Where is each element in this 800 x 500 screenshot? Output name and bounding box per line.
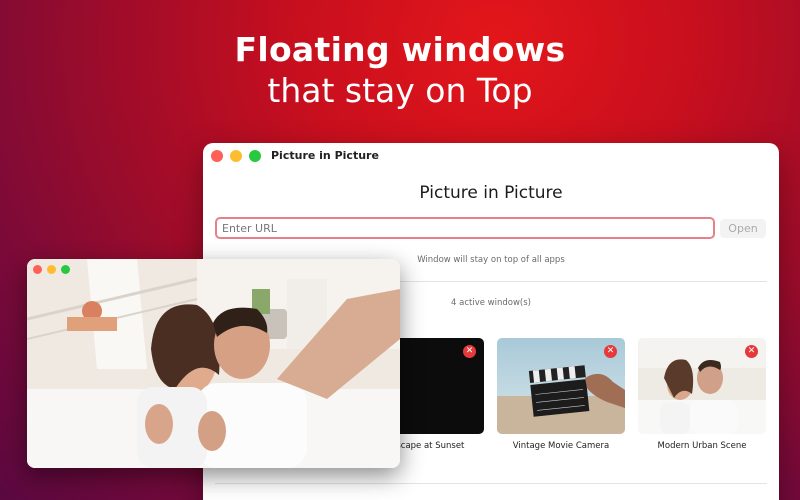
open-button[interactable]: Open	[720, 219, 766, 238]
card-label: Modern Urban Scene	[657, 441, 747, 451]
window-minimize-button[interactable]	[230, 150, 242, 162]
card-label: Vintage Movie Camera	[512, 441, 610, 451]
divider	[215, 483, 767, 484]
window-zoom-button[interactable]	[249, 150, 261, 162]
floating-pip-window[interactable]	[27, 259, 400, 468]
hero-subtitle: that stay on Top	[267, 71, 533, 110]
window-card-movie-camera[interactable]: ✕	[497, 338, 625, 434]
close-icon[interactable]: ✕	[463, 345, 476, 358]
close-icon[interactable]: ✕	[745, 345, 758, 358]
window-card-urban-scene[interactable]: ✕	[638, 338, 766, 434]
pip-zoom-button[interactable]	[61, 265, 70, 274]
url-input[interactable]: Enter URL	[215, 217, 715, 239]
pip-close-button[interactable]	[33, 265, 42, 274]
window-close-button[interactable]	[211, 150, 223, 162]
page-heading: Picture in Picture	[419, 183, 563, 203]
hero-title: Floating windows	[234, 30, 566, 69]
hero: Floating windows that stay on Top	[0, 30, 800, 110]
close-icon[interactable]: ✕	[604, 345, 617, 358]
video-frame	[27, 259, 400, 468]
window-titlebar[interactable]: Picture in Picture	[203, 143, 779, 169]
window-title: Picture in Picture	[271, 149, 379, 162]
pip-minimize-button[interactable]	[47, 265, 56, 274]
